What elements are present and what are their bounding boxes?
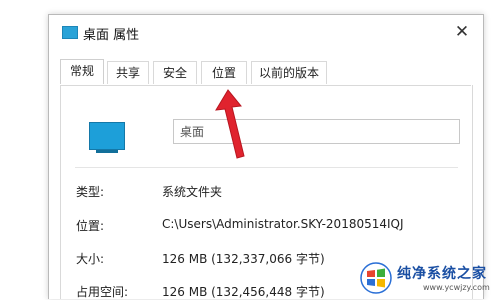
properties-dialog: 桌面 属性 ✕ 常规 共享 安全 位置 以前的版本 桌面 类型: 系统文件夹 位…: [48, 14, 484, 299]
watermark-url: www.ycwjzy.com: [423, 283, 490, 292]
tab-bar: 常规 共享 安全 位置 以前的版本: [60, 59, 471, 86]
tab-security[interactable]: 安全: [153, 61, 197, 84]
folder-icon: [62, 26, 78, 39]
location-label: 位置:: [76, 219, 105, 233]
type-label: 类型:: [76, 185, 105, 199]
tab-location[interactable]: 位置: [201, 61, 247, 84]
watermark: 纯净系统之家 www.ycwjzy.com: [360, 260, 499, 298]
location-value: C:\Users\Administrator.SKY-20180514IQJ: [162, 217, 404, 231]
red-arrow-annotation: [215, 89, 245, 159]
close-button[interactable]: ✕: [451, 21, 473, 43]
size-on-disk-value: 126 MB (132,456,448 字节): [162, 285, 325, 299]
size-on-disk-label: 占用空间:: [76, 285, 129, 299]
size-value: 126 MB (132,337,066 字节): [162, 252, 325, 266]
windows-logo-icon: [360, 262, 392, 294]
tab-sharing[interactable]: 共享: [107, 61, 149, 84]
type-value: 系统文件夹: [162, 185, 223, 199]
monitor-stand: [96, 150, 118, 153]
desktop-folder-icon: [89, 122, 125, 153]
watermark-title: 纯净系统之家: [397, 266, 487, 282]
tab-previous-versions[interactable]: 以前的版本: [251, 61, 327, 84]
tab-general[interactable]: 常规: [60, 59, 104, 84]
divider: [75, 167, 458, 168]
window-title: 桌面 属性: [83, 28, 140, 43]
size-label: 大小:: [76, 252, 105, 266]
title-bar: 桌面 属性 ✕: [49, 15, 483, 51]
